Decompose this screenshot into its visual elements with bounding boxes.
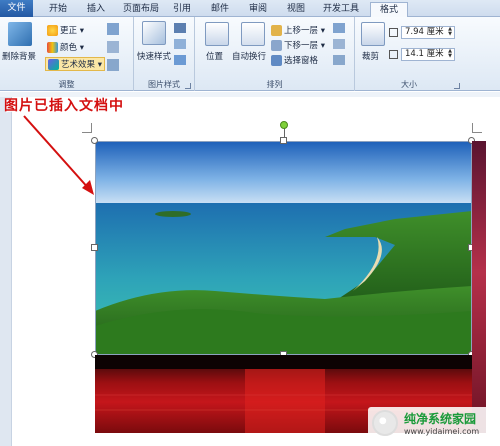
resize-handle-top[interactable] bbox=[280, 137, 287, 144]
picture-border-icon[interactable] bbox=[174, 23, 186, 33]
quick-styles-button[interactable]: 快速样式 bbox=[137, 50, 171, 62]
position-button[interactable]: 位置 bbox=[206, 50, 223, 62]
artistic-effects-label: 艺术效果 bbox=[61, 60, 96, 70]
change-picture-icon[interactable] bbox=[107, 41, 119, 53]
wrap-text-icon bbox=[241, 22, 265, 46]
reset-picture-icon[interactable] bbox=[107, 59, 119, 71]
artistic-effects-icon bbox=[48, 59, 59, 70]
watermark-logo-icon bbox=[372, 410, 398, 436]
corrections-button[interactable]: 更正 ▾ bbox=[47, 24, 84, 36]
resize-handle-top-left[interactable] bbox=[91, 137, 98, 144]
remove-background-icon bbox=[8, 22, 32, 46]
selection-frame bbox=[95, 141, 472, 355]
tab-home[interactable]: 开始 bbox=[40, 2, 76, 17]
tab-mailings[interactable]: 邮件 bbox=[206, 2, 234, 17]
send-backward-label: 下移一层 bbox=[284, 41, 319, 51]
height-input[interactable]: 7.94 厘米 ▲ ▼ bbox=[401, 26, 455, 39]
group-icon[interactable] bbox=[333, 39, 345, 49]
tab-view[interactable]: 视图 bbox=[282, 2, 310, 17]
tab-references[interactable]: 引用 bbox=[168, 2, 196, 17]
bring-forward-button[interactable]: 上移一层 ▾ bbox=[271, 24, 325, 36]
watermark-url: www.yidaimei.com bbox=[404, 427, 480, 436]
rotate-handle[interactable] bbox=[280, 121, 288, 129]
group-label-adjust: 调整 bbox=[58, 80, 75, 89]
remove-background-button[interactable]: 删除背景 bbox=[2, 50, 36, 62]
tab-file[interactable]: 文件 bbox=[0, 0, 33, 17]
wrap-text-button[interactable]: 自动换行 bbox=[232, 50, 266, 62]
artistic-effects-button[interactable]: 艺术效果 ▾ bbox=[45, 57, 105, 71]
tab-review[interactable]: 审阅 bbox=[244, 2, 272, 17]
bring-forward-icon bbox=[271, 25, 282, 36]
color-button[interactable]: 颜色 ▾ bbox=[47, 41, 84, 53]
page-corner-mark bbox=[472, 132, 482, 133]
tab-page-layout[interactable]: 页面布局 bbox=[118, 2, 164, 17]
palette-icon bbox=[47, 42, 58, 53]
width-icon bbox=[389, 50, 398, 59]
sun-icon bbox=[47, 25, 58, 36]
watermark-title: 纯净系统家园 bbox=[404, 412, 477, 426]
ribbon: 删除背景 更正 ▾ 颜色 ▾ 艺术效果 ▾ 调整 快速样式 图片样式 位置 自动… bbox=[0, 17, 500, 91]
tab-format[interactable]: 格式 bbox=[370, 2, 408, 18]
selection-pane-button[interactable]: 选择窗格 bbox=[271, 54, 318, 66]
resize-handle-left[interactable] bbox=[91, 244, 98, 251]
group-arrange: 位置 自动换行 上移一层 ▾ 下移一层 ▾ 选择窗格 排列 bbox=[195, 17, 355, 91]
group-adjust: 删除背景 更正 ▾ 颜色 ▾ 艺术效果 ▾ 调整 bbox=[0, 17, 134, 91]
rotate-icon[interactable] bbox=[333, 55, 345, 65]
bring-forward-label: 上移一层 bbox=[284, 26, 319, 36]
crop-button[interactable]: 裁剪 bbox=[362, 50, 379, 62]
crop-icon bbox=[361, 22, 385, 46]
site-watermark: 纯净系统家园 www.yidaimei.com bbox=[368, 407, 496, 441]
corrections-label: 更正 bbox=[60, 26, 78, 36]
group-label-size: 大小 bbox=[401, 80, 417, 89]
picture-styles-launcher-icon[interactable] bbox=[185, 83, 191, 89]
selection-pane-icon bbox=[271, 55, 282, 66]
group-picture-styles: 快速样式 图片样式 bbox=[134, 17, 195, 91]
height-icon bbox=[389, 28, 398, 37]
width-value: 14.1 厘米 bbox=[405, 49, 444, 59]
picture-layout-icon[interactable] bbox=[174, 55, 186, 65]
quick-styles-icon bbox=[142, 21, 166, 45]
vertical-ruler bbox=[0, 97, 12, 446]
page-corner-mark bbox=[472, 123, 473, 133]
side-picture-strip bbox=[472, 141, 486, 433]
tab-insert[interactable]: 插入 bbox=[80, 2, 112, 17]
group-size: 裁剪 7.94 厘米 ▲ ▼ 14.1 厘米 ▲ ▼ 大小 bbox=[355, 17, 463, 91]
selection-pane-label: 选择窗格 bbox=[284, 56, 319, 66]
width-spinner-icon[interactable]: ▲ ▼ bbox=[447, 49, 453, 60]
size-launcher-icon[interactable] bbox=[454, 83, 460, 89]
compress-pictures-icon[interactable] bbox=[107, 23, 119, 35]
picture-effects-icon[interactable] bbox=[174, 39, 186, 49]
align-icon[interactable] bbox=[333, 23, 345, 33]
group-label-arrange: 排列 bbox=[266, 80, 283, 89]
tab-developer[interactable]: 开发工具 bbox=[318, 2, 364, 17]
color-label: 颜色 bbox=[60, 43, 78, 53]
ribbon-tab-bar: 文件 开始 插入 页面布局 引用 邮件 审阅 视图 开发工具 格式 bbox=[0, 0, 500, 18]
position-icon bbox=[205, 22, 229, 46]
annotation-arrow-icon bbox=[23, 115, 94, 195]
send-backward-icon bbox=[271, 40, 282, 51]
send-backward-button[interactable]: 下移一层 ▾ bbox=[271, 39, 325, 51]
height-spinner-icon[interactable]: ▲ ▼ bbox=[447, 27, 453, 38]
width-input[interactable]: 14.1 厘米 ▲ ▼ bbox=[401, 48, 455, 61]
height-value: 7.94 厘米 bbox=[405, 27, 444, 37]
